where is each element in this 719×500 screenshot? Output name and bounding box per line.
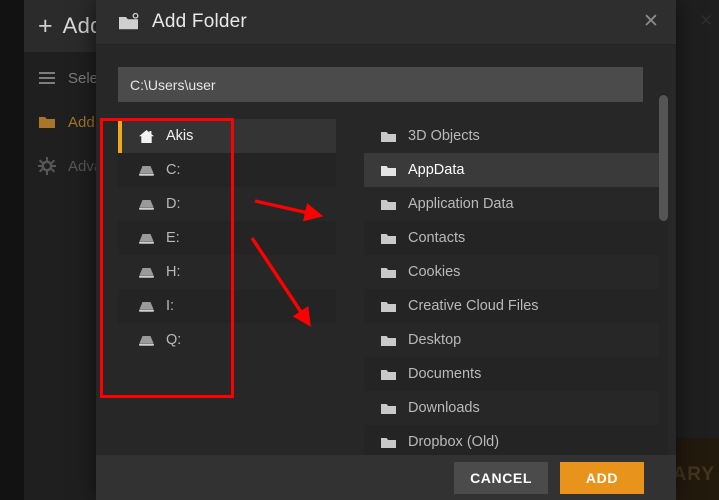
folder-icon bbox=[381, 437, 396, 448]
drive-icon bbox=[139, 335, 154, 346]
dialog-body: Akis C: D: bbox=[96, 45, 676, 493]
screen: + Add Select Add folder bbox=[0, 0, 719, 500]
folder-item-application-data[interactable]: Application Data bbox=[364, 187, 660, 221]
drive-icon bbox=[139, 233, 154, 244]
folder-item-contacts[interactable]: Contacts bbox=[364, 221, 660, 255]
folder-item-desktop[interactable]: Desktop bbox=[364, 323, 660, 357]
drive-icon bbox=[139, 267, 154, 278]
folder-item-creative-cloud-files[interactable]: Creative Cloud Files bbox=[364, 289, 660, 323]
folder-item-label: Documents bbox=[408, 366, 482, 382]
folder-item-label: AppData bbox=[408, 162, 465, 178]
folder-icon bbox=[381, 335, 396, 346]
folder-item-3d-objects[interactable]: 3D Objects bbox=[364, 119, 660, 153]
places-item-label: E: bbox=[166, 230, 180, 246]
folder-item-cookies[interactable]: Cookies bbox=[364, 255, 660, 289]
drive-icon bbox=[139, 165, 154, 176]
places-item-i[interactable]: I: bbox=[118, 289, 336, 323]
dialog-scrollbar-thumb[interactable] bbox=[659, 95, 668, 221]
close-icon[interactable]: ✕ bbox=[636, 7, 666, 37]
drive-icon bbox=[139, 199, 154, 210]
folder-icon bbox=[381, 267, 396, 278]
folder-item-label: Creative Cloud Files bbox=[408, 298, 539, 314]
folder-icon bbox=[381, 301, 396, 312]
dialog-header: Add Folder ✕ bbox=[96, 0, 676, 45]
places-list: Akis C: D: E: H: I: Q: bbox=[118, 119, 336, 459]
folder-item-label: Contacts bbox=[408, 230, 466, 246]
folder-item-appdata[interactable]: AppData bbox=[364, 153, 660, 187]
folder-icon bbox=[39, 117, 55, 128]
folder-item-dropbox-old[interactable]: Dropbox (Old) bbox=[364, 425, 660, 459]
places-item-h[interactable]: H: bbox=[118, 255, 336, 289]
add-button[interactable]: ADD bbox=[560, 461, 644, 494]
folder-item-label: Cookies bbox=[408, 264, 461, 280]
dialog-title: Add Folder bbox=[152, 11, 247, 32]
places-item-label: H: bbox=[166, 264, 181, 280]
places-item-d[interactable]: D: bbox=[118, 187, 336, 221]
columns-gap bbox=[336, 119, 364, 459]
places-item-akis[interactable]: Akis bbox=[118, 119, 336, 153]
home-icon bbox=[139, 129, 154, 143]
plus-icon: + bbox=[38, 11, 53, 40]
folder-item-documents[interactable]: Documents bbox=[364, 357, 660, 391]
cancel-button[interactable]: CANCEL bbox=[454, 461, 548, 494]
folder-icon bbox=[381, 233, 396, 244]
folders-list: 3D Objects AppData Application Data Cont… bbox=[364, 119, 660, 459]
places-item-e[interactable]: E: bbox=[118, 221, 336, 255]
places-item-label: D: bbox=[166, 196, 181, 212]
folder-item-label: Downloads bbox=[408, 400, 480, 416]
places-item-label: Q: bbox=[166, 332, 182, 348]
add-folder-dialog: Add Folder ✕ Akis bbox=[96, 0, 676, 500]
places-item-label: Akis bbox=[166, 128, 194, 144]
folder-item-label: 3D Objects bbox=[408, 128, 480, 144]
gear-icon bbox=[38, 157, 56, 175]
background-left-rail bbox=[0, 0, 24, 500]
folder-icon bbox=[381, 403, 396, 414]
dialog-footer: CANCEL ADD bbox=[96, 455, 676, 500]
folder-icon bbox=[381, 369, 396, 380]
places-item-c[interactable]: C: bbox=[118, 153, 336, 187]
folder-item-label: Application Data bbox=[408, 196, 514, 212]
places-item-label: C: bbox=[166, 162, 181, 178]
places-item-label: I: bbox=[166, 298, 175, 314]
folder-item-label: Dropbox (Old) bbox=[408, 434, 500, 450]
places-item-q[interactable]: Q: bbox=[118, 323, 336, 357]
folder-add-icon bbox=[119, 13, 139, 30]
folder-icon bbox=[381, 165, 396, 176]
folder-icon bbox=[381, 131, 396, 142]
folder-item-label: Desktop bbox=[408, 332, 462, 348]
browser-columns: Akis C: D: E: H: I: Q: 3D Objects AppDat… bbox=[118, 119, 660, 459]
path-input[interactable] bbox=[118, 67, 643, 102]
folder-item-downloads[interactable]: Downloads bbox=[364, 391, 660, 425]
folder-icon bbox=[381, 199, 396, 210]
hamburger-icon bbox=[39, 72, 55, 84]
background-close-icon[interactable]: ✕ bbox=[697, 12, 715, 30]
drive-icon bbox=[139, 301, 154, 312]
